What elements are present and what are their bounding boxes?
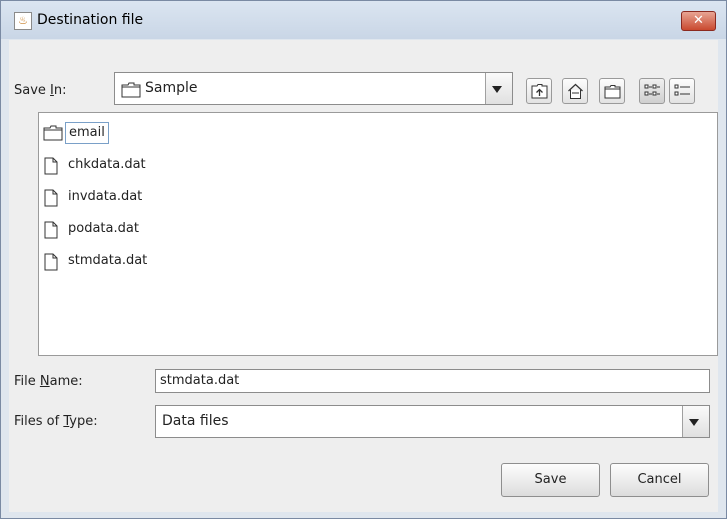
- save-in-label: Save In:: [14, 83, 67, 98]
- folder-up-icon: [531, 84, 548, 99]
- file-icon: [44, 157, 58, 175]
- list-item-label: invdata.dat: [68, 189, 143, 204]
- folder-icon: [121, 82, 141, 98]
- file-icon: [44, 221, 58, 239]
- list-view-icon: [644, 84, 660, 96]
- file-type-dropdown-arrow[interactable]: [682, 406, 709, 437]
- window-title: Destination file: [37, 12, 144, 28]
- save-button[interactable]: Save: [501, 463, 600, 497]
- new-folder-button[interactable]: [599, 78, 625, 104]
- cancel-button[interactable]: Cancel: [610, 463, 709, 497]
- file-type-label: Files of Type:: [14, 414, 98, 429]
- java-icon: ♨: [14, 12, 32, 30]
- home-icon: [568, 83, 583, 99]
- list-item-label: chkdata.dat: [68, 157, 146, 172]
- file-list[interactable]: email chkdata.dat invdata.dat podata.dat: [38, 112, 718, 356]
- list-view-button[interactable]: [639, 78, 665, 104]
- details-view-button[interactable]: [669, 78, 695, 104]
- save-in-dropdown-arrow[interactable]: [485, 73, 512, 104]
- list-item-label: email: [65, 122, 109, 144]
- file-type-value: Data files: [162, 413, 229, 429]
- list-item-label: stmdata.dat: [68, 253, 148, 268]
- file-chooser-dialog: ♨ Destination file ✕ Save In: Sample ema…: [0, 0, 727, 519]
- new-folder-icon: [604, 85, 621, 99]
- folder-icon: [43, 125, 63, 141]
- home-button[interactable]: [562, 78, 588, 104]
- file-icon: [44, 189, 58, 207]
- dialog-body: Save In: Sample email chkdata.dat invdat…: [9, 40, 718, 512]
- file-type-combo[interactable]: Data files: [155, 405, 710, 438]
- file-name-label: File Name:: [14, 374, 83, 389]
- list-item-label: podata.dat: [68, 221, 139, 236]
- up-one-level-button[interactable]: [526, 78, 552, 104]
- title-bar[interactable]: ♨ Destination file ✕: [1, 1, 726, 39]
- details-view-icon: [674, 84, 690, 96]
- close-button[interactable]: ✕: [681, 11, 716, 31]
- file-name-input[interactable]: stmdata.dat: [155, 369, 710, 393]
- file-icon: [44, 253, 58, 271]
- save-in-combo[interactable]: Sample: [114, 72, 513, 105]
- save-in-value: Sample: [145, 80, 198, 96]
